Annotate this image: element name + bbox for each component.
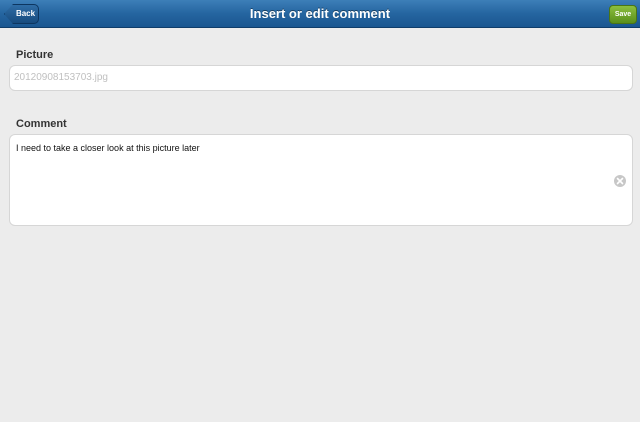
page-title: Insert or edit comment [249,6,391,21]
comment-label: Comment [16,118,67,130]
comment-text: I need to take a closer look at this pic… [16,143,200,153]
comment-field[interactable]: I need to take a closer look at this pic… [9,134,633,226]
save-button[interactable]: Save [609,5,637,24]
navigation-bar: Back Insert or edit comment Save [0,0,640,28]
clear-icon[interactable] [614,175,626,187]
picture-filename: 20120908153703.jpg [14,72,108,83]
picture-label: Picture [16,49,54,61]
picture-field[interactable]: 20120908153703.jpg [9,65,633,91]
